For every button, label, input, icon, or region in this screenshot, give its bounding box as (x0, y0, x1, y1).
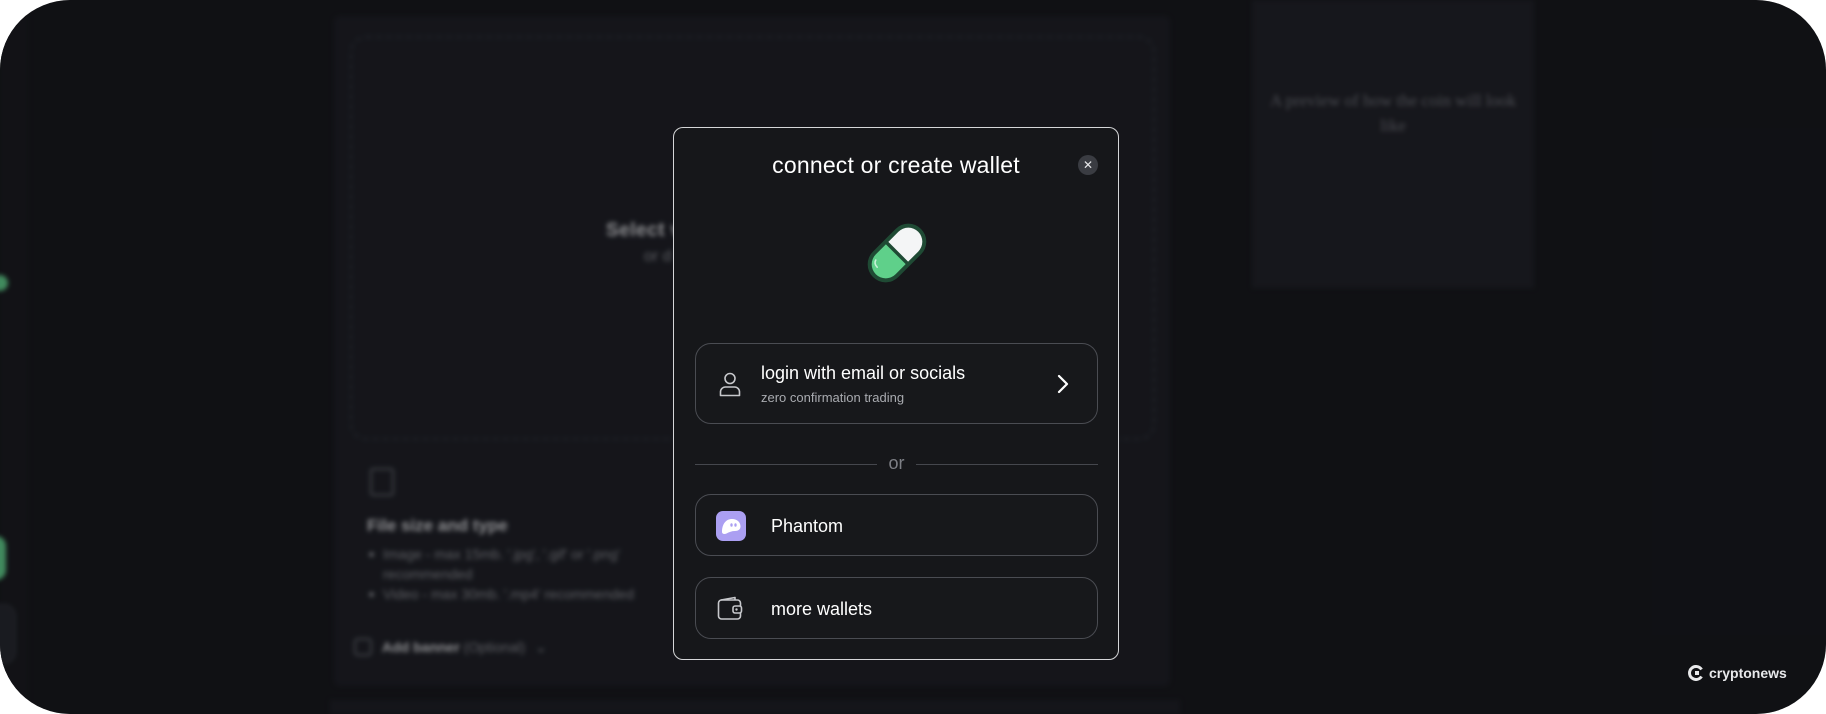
login-email-socials-button[interactable]: login with email or socials zero confirm… (695, 343, 1098, 424)
phantom-ghost-icon (716, 511, 746, 541)
modal-title: connect or create wallet (772, 152, 1020, 178)
close-button[interactable]: ✕ (1078, 155, 1098, 175)
connect-wallet-modal: connect or create wallet ✕ login with em… (673, 127, 1119, 660)
close-icon: ✕ (1082, 158, 1094, 172)
phantom-label: Phantom (771, 516, 844, 536)
chevron-right-icon (1057, 374, 1069, 394)
user-icon (719, 372, 741, 397)
cryptonews-watermark: cryptonews (1688, 665, 1787, 681)
more-wallets-button[interactable]: more wallets (695, 577, 1098, 639)
login-title: login with email or socials (761, 363, 966, 383)
watermark-text: cryptonews (1709, 665, 1787, 681)
more-wallets-label: more wallets (771, 599, 873, 619)
divider-line (916, 464, 1098, 465)
cryptonews-logo-icon (1688, 665, 1703, 681)
or-divider: or (695, 453, 1098, 473)
wallet-icon (717, 596, 743, 620)
login-subtitle: zero confirmation trading (761, 390, 905, 405)
phantom-wallet-button[interactable]: Phantom (695, 494, 1098, 556)
app-frame: Select v or d File size and type Image -… (0, 0, 1826, 714)
pill-logo-icon (867, 223, 927, 283)
